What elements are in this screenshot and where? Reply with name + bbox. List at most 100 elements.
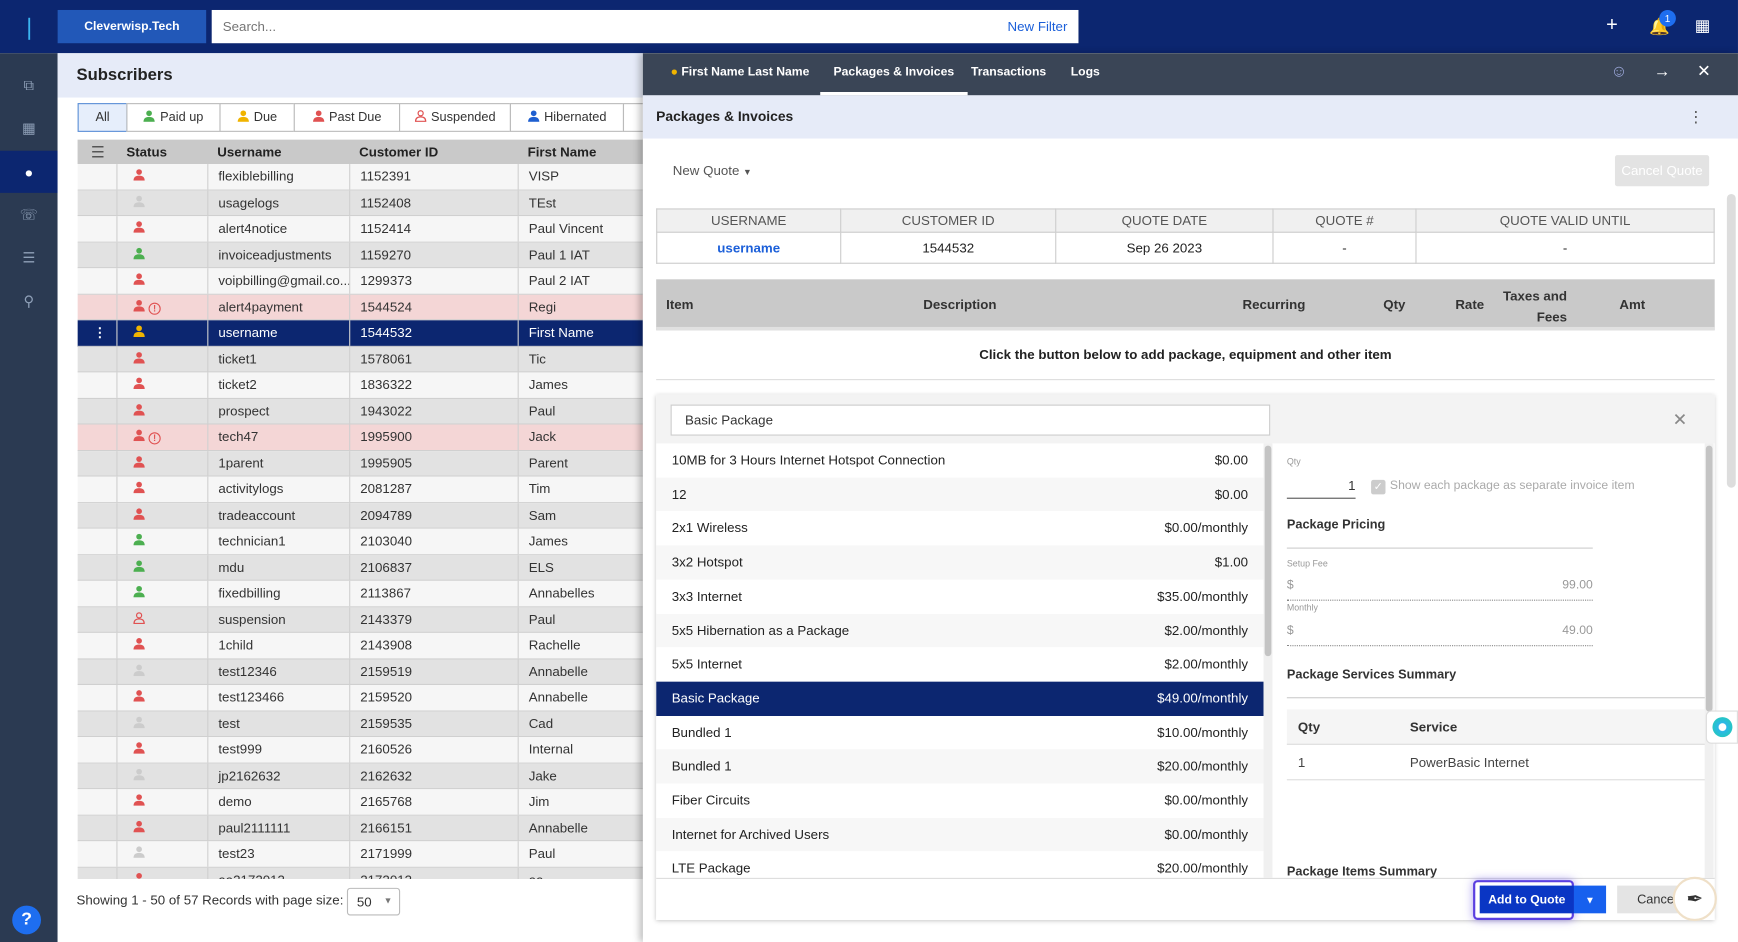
package-option[interactable]: Fiber Circuits $0.00/monthly [656, 783, 1264, 818]
table-row[interactable]: invoiceadjustments 1159270 Paul 1 IAT [77, 242, 643, 269]
page-scrollbar[interactable] [1726, 193, 1736, 488]
filter-suspended[interactable]: Suspended [399, 103, 511, 132]
detail-scrollbar[interactable] [1704, 443, 1714, 878]
username-cell[interactable]: fixedbilling [207, 580, 349, 607]
table-row[interactable]: test12346 2159519 Annabelle [77, 658, 643, 685]
package-option[interactable]: 3x2 Hotspot $1.00 [656, 545, 1264, 580]
table-row[interactable]: demo 2165768 Jim [77, 789, 643, 816]
row-menu[interactable] [78, 581, 117, 606]
username-cell[interactable]: 1parent [207, 450, 349, 477]
row-menu[interactable] [78, 503, 117, 528]
username-cell[interactable]: usagelogs [207, 190, 349, 216]
username-cell[interactable]: paul2111111 [207, 815, 349, 841]
row-menu[interactable] [78, 867, 117, 879]
table-row[interactable]: prospect 1943022 Paul [77, 398, 643, 425]
cancel-quote-button[interactable]: Cancel Quote [1614, 155, 1710, 187]
column-status[interactable]: Status [116, 140, 167, 164]
column-username[interactable]: Username [207, 140, 281, 164]
table-row[interactable]: 1parent 1995905 Parent [77, 450, 643, 477]
floating-action-button[interactable]: ✒ [1672, 876, 1717, 922]
username-cell[interactable]: mdu [207, 554, 349, 581]
subscribers-icon[interactable]: ● [0, 150, 58, 193]
package-option[interactable]: 5x5 Internet $2.00/monthly [656, 647, 1264, 682]
row-menu[interactable] [78, 242, 117, 267]
row-menu[interactable] [78, 633, 117, 658]
column-customer-id[interactable]: Customer ID [349, 140, 438, 164]
location-icon[interactable]: ⚲ [0, 280, 58, 322]
row-menu[interactable] [78, 607, 117, 632]
add-options-dropdown[interactable]: ▼ [1573, 885, 1607, 914]
username-cell[interactable]: demo [207, 789, 349, 815]
table-row[interactable]: ticket1 1578061 Tic [77, 346, 643, 373]
username-cell[interactable]: tradeaccount [207, 502, 349, 529]
dashboard-icon[interactable]: ▦ [0, 108, 58, 150]
table-row[interactable]: mdu 2106837 ELS [77, 554, 643, 581]
table-row[interactable]: ticket2 1836322 James [77, 372, 643, 399]
package-option[interactable]: 3x3 Internet $35.00/monthly [656, 579, 1264, 614]
table-row[interactable]: paul2111111 2166151 Annabelle [77, 815, 643, 842]
brand-button[interactable]: Cleverwisp.Tech [57, 9, 207, 44]
username-cell[interactable]: alert4payment [207, 294, 349, 320]
package-option[interactable]: Internet for Archived Users $0.00/monthly [656, 817, 1264, 852]
username-cell[interactable]: prospect [207, 398, 349, 424]
filter-due[interactable]: Due [219, 103, 295, 132]
arrow-right-icon[interactable]: → [1654, 53, 1671, 95]
package-option[interactable]: LTE Package $20.00/monthly [656, 851, 1264, 878]
tab-packages-invoices[interactable]: Packages & Invoices [820, 53, 968, 96]
row-menu[interactable] [78, 841, 117, 866]
table-row[interactable]: test23 2171999 Paul [77, 841, 643, 868]
table-row[interactable]: test999 2160526 Internal [77, 737, 643, 764]
table-row[interactable]: test 2159535 Cad [77, 711, 643, 738]
row-menu[interactable] [78, 659, 117, 684]
table-row[interactable]: test123466 2159520 Annabelle [77, 684, 643, 712]
row-menu[interactable] [78, 451, 117, 476]
username-cell[interactable]: username [207, 320, 349, 346]
username-cell[interactable]: 1child [207, 632, 349, 659]
username-cell[interactable]: invoiceadjustments [207, 242, 349, 268]
filter-hibernated[interactable]: Hibernated [509, 103, 625, 132]
row-menu[interactable] [78, 190, 117, 215]
table-row[interactable]: activitylogs 2081287 Tim [77, 476, 643, 503]
username-cell[interactable]: test23 [207, 841, 349, 867]
filter-past-due[interactable]: Past Due [293, 103, 401, 132]
scrollbar-thumb[interactable] [1705, 445, 1713, 712]
package-option[interactable]: Bundled 1 $10.00/monthly [656, 715, 1264, 750]
copy-icon[interactable]: ⧉ [0, 64, 58, 106]
package-option[interactable]: 12 $0.00 [656, 477, 1264, 512]
row-menu[interactable] [78, 529, 117, 554]
list-icon[interactable]: ☰ [0, 237, 58, 279]
username-cell[interactable]: voipbilling@gmail.co... [207, 268, 349, 294]
row-menu[interactable] [78, 346, 117, 371]
row-menu[interactable] [78, 477, 117, 502]
close-icon[interactable]: ✕ [1697, 53, 1711, 95]
new-quote-dropdown[interactable]: New Quote ▼ [673, 163, 752, 179]
row-menu[interactable] [78, 398, 117, 423]
username-cell[interactable]: test999 [207, 737, 349, 763]
package-option[interactable]: 2x1 Wireless $0.00/monthly [656, 511, 1264, 546]
help-button[interactable]: ? [12, 905, 42, 935]
column-first-name[interactable]: First Name [518, 140, 597, 164]
table-row[interactable]: technician1 2103040 James [77, 528, 643, 555]
row-menu[interactable] [78, 216, 117, 241]
table-row[interactable]: fixedbilling 2113867 Annabelles [77, 580, 643, 607]
table-row[interactable]: flexiblebilling 1152391 VISP [77, 164, 643, 191]
row-menu[interactable] [78, 555, 117, 580]
support-icon[interactable]: ☏ [0, 194, 58, 236]
row-menu[interactable] [78, 164, 117, 189]
row-menu[interactable] [78, 737, 117, 762]
search-input[interactable] [222, 18, 888, 35]
table-row[interactable]: usagelogs 1152408 TEst [77, 190, 643, 217]
username-cell[interactable]: tech47 [207, 424, 349, 451]
table-row[interactable]: alert4notice 1152414 Paul Vincent [77, 216, 643, 243]
tab-transactions[interactable]: Transactions [971, 53, 1046, 95]
add-to-quote-button[interactable]: Add to Quote [1479, 885, 1574, 914]
row-menu[interactable] [78, 685, 117, 710]
username-cell[interactable]: suspension [207, 606, 349, 633]
row-menu[interactable]: ⋮ [78, 320, 117, 345]
username-cell[interactable]: test123466 [207, 684, 349, 711]
row-menu[interactable] [78, 789, 117, 814]
table-row[interactable]: 1child 2143908 Rachelle [77, 632, 643, 659]
row-menu[interactable] [78, 372, 117, 397]
assistant-widget[interactable] [1705, 710, 1738, 744]
filter-paid-up[interactable]: Paid up [126, 103, 221, 132]
